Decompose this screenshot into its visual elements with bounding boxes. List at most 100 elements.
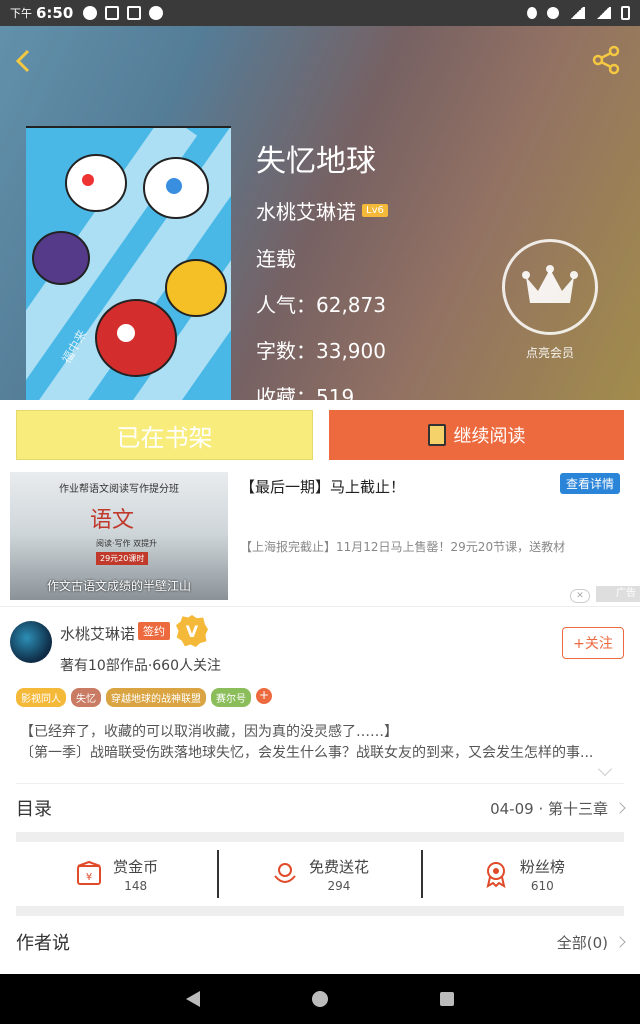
action-bar: 已在书架 继续阅读 — [0, 400, 640, 470]
summary-line-2: 〔第一季〕战暗联受伤跌落地球失忆，会发生什么事？战联女友的到来，又会发生怎样的事… — [20, 745, 594, 761]
fan-ranking-button[interactable]: 粉丝榜 610 — [420, 850, 624, 898]
ad-close-icon[interactable]: ✕ — [570, 589, 590, 603]
signed-badge: 签约 — [138, 622, 170, 640]
cover-art — [32, 154, 227, 377]
book-status: 连载 — [256, 247, 296, 271]
book-cover[interactable]: 福中来 — [26, 126, 231, 400]
back-icon[interactable] — [10, 46, 40, 76]
svg-text:¥: ¥ — [86, 872, 92, 883]
toc-row[interactable]: 目录 04-09 · 第十三章 — [16, 786, 626, 830]
chevron-right-icon — [614, 802, 626, 814]
on-shelf-label: 已在书架 — [116, 423, 213, 452]
nav-home-icon[interactable] — [312, 991, 328, 1007]
avatar[interactable] — [10, 621, 52, 663]
send-flowers-button[interactable]: 免费送花 294 — [217, 850, 420, 898]
app-icon — [127, 6, 142, 20]
tag-item[interactable]: 影视同人 — [16, 688, 66, 707]
share-icon[interactable] — [590, 44, 622, 76]
words-value: 33,900 — [316, 339, 386, 363]
status-time: 6:50 — [36, 4, 74, 22]
continue-reading-button[interactable]: 继续阅读 — [329, 410, 624, 460]
coin-icon: ¥ — [77, 860, 102, 885]
tag-list: 影视同人 失忆 穿越地球的战神联盟 赛尔号 + — [16, 688, 272, 707]
book-header: 福中来 失忆地球 水桃艾琳诺 Lv6 连载 人气：62,873 字数：33,90… — [0, 26, 640, 400]
chevron-right-icon — [614, 936, 626, 948]
level-badge: Lv6 — [362, 204, 388, 217]
image-icon — [105, 6, 120, 20]
medal-icon — [486, 862, 506, 888]
book-title: 失忆地球 — [256, 144, 376, 179]
stat-label: 免费送花 — [308, 857, 369, 876]
book-summary[interactable]: 【已经弃了，收藏的可以取消收藏，因为真的没灵感了……】 〔第一季〕战暗联受伤跌落… — [20, 722, 630, 764]
section-divider — [16, 832, 624, 842]
follow-button[interactable]: +关注 — [562, 627, 624, 659]
book-author-row[interactable]: 水桃艾琳诺 Lv6 — [256, 196, 388, 225]
ad-image-caption: 作文古语文成绩的半壁江山 — [46, 579, 191, 593]
favorites-label: 收藏： — [256, 385, 316, 400]
book-author[interactable]: 水桃艾琳诺 — [256, 196, 356, 225]
verified-badge-icon: V — [176, 615, 208, 647]
mute-icon — [547, 7, 559, 19]
stats-row: ¥ 赏金币 148 免费送花 294 粉丝榜 610 — [16, 850, 624, 898]
stat-value: 610 — [530, 878, 554, 893]
stat-value: 148 — [124, 878, 148, 893]
nav-recent-icon[interactable] — [440, 992, 454, 1006]
expand-chevron-icon[interactable] — [597, 761, 613, 777]
popularity-label: 人气： — [256, 293, 316, 317]
toc-latest-chapter: 04-09 · 第十三章 — [490, 799, 608, 818]
wifi-icon — [569, 7, 585, 19]
words-label: 字数： — [256, 339, 316, 363]
verified-badge-label: V — [185, 621, 199, 641]
author-says-row[interactable]: 作者说 全部(0) — [16, 920, 626, 964]
crown-icon — [522, 265, 578, 303]
browser-icon — [149, 6, 164, 20]
ad-image-price: 29元20课时 — [96, 552, 149, 565]
battery-icon — [621, 6, 630, 20]
author-says-all: 全部(0) — [556, 932, 626, 953]
tag-item[interactable]: 穿越地球的战神联盟 — [106, 688, 206, 707]
author-says-title: 作者说 — [16, 933, 70, 954]
location-icon — [527, 7, 537, 19]
ad-image-big: 语文 — [90, 508, 135, 533]
book-info: 失忆地球 水桃艾琳诺 Lv6 连载 人气：62,873 字数：33,900 收藏… — [256, 136, 388, 400]
words-line: 字数：33,900 — [256, 335, 388, 364]
ad-image-sub: 阅读·写作 双提升 — [96, 539, 158, 548]
ad-tag: 广告 — [596, 586, 640, 602]
on-shelf-button[interactable]: 已在书架 — [16, 410, 313, 460]
ad-detail-button[interactable]: 查看详情 — [560, 473, 621, 494]
author-card: 水桃艾琳诺 签约 V 著有10部作品·660人关注 +关注 — [0, 606, 640, 682]
section-divider — [16, 906, 624, 916]
add-tag-button[interactable]: + — [256, 688, 272, 704]
system-nav-bar — [0, 974, 640, 1024]
flower-icon — [274, 863, 296, 883]
popularity-line: 人气：62,873 — [256, 289, 388, 318]
ad-image[interactable]: 作业帮语文阅读写作提分班 语文 阅读·写作 双提升 29元20课时 作文古语文成… — [10, 472, 228, 600]
book-icon — [427, 424, 446, 446]
ad-description: 【上海报完截止】11月12日马上售罄！29元20节课，送教材 — [240, 540, 566, 554]
popularity-value: 62,873 — [316, 293, 386, 317]
system-icons — [527, 6, 630, 20]
summary-line-1: 【已经弃了，收藏的可以取消收藏，因为真的没灵感了……】 — [20, 724, 398, 740]
favorites-line: 收藏：519 — [256, 381, 388, 400]
reward-coins-button[interactable]: ¥ 赏金币 148 — [16, 850, 217, 898]
status-ampm: 下午 — [10, 7, 32, 20]
stat-label: 赏金币 — [113, 857, 159, 876]
notification-icon — [83, 6, 98, 20]
author-name[interactable]: 水桃艾琳诺 — [60, 623, 135, 644]
ad-headline[interactable]: 【最后一期】马上截止！ — [240, 476, 405, 497]
favorites-value: 519 — [316, 385, 355, 400]
nav-back-icon[interactable] — [186, 991, 200, 1007]
ad-banner[interactable]: 作业帮语文阅读写作提分班 语文 阅读·写作 双提升 29元20课时 作文古语文成… — [0, 470, 640, 606]
stat-value: 294 — [327, 878, 351, 893]
notification-icons — [83, 6, 164, 20]
ad-image-title: 作业帮语文阅读写作提分班 — [59, 484, 179, 495]
follow-label: +关注 — [573, 636, 613, 652]
continue-reading-label: 继续阅读 — [453, 426, 526, 447]
tag-item[interactable]: 赛尔号 — [211, 688, 251, 707]
tag-item[interactable]: 失忆 — [71, 688, 101, 707]
toc-title: 目录 — [16, 799, 52, 820]
author-says-count: 全部(0) — [556, 933, 608, 952]
status-bar: 下午 6:50 — [0, 0, 640, 26]
vip-button[interactable] — [502, 239, 598, 335]
author-stats: 著有10部作品·660人关注 — [60, 658, 221, 674]
